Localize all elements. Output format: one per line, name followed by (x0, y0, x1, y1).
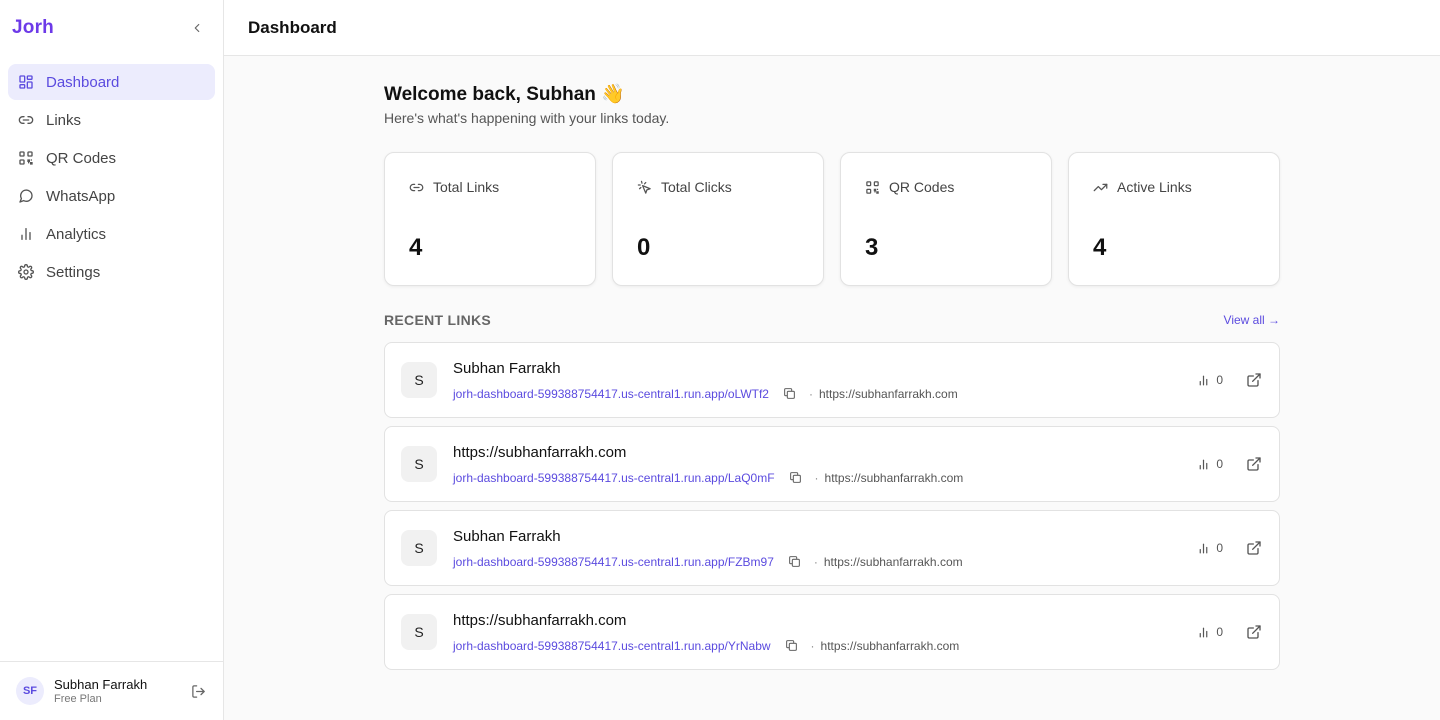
click-count-value: 0 (1216, 373, 1223, 387)
user-profile: SF Subhan Farrakh Free Plan (0, 661, 223, 720)
click-count: 0 (1197, 541, 1223, 555)
user-name: Subhan Farrakh (54, 676, 148, 692)
link-title: Subhan Farrakh (453, 527, 561, 545)
link-title: Subhan Farrakh (453, 359, 561, 377)
copy-icon[interactable] (789, 471, 803, 485)
sidebar-item-links[interactable]: Links (8, 102, 215, 138)
stat-label: Total Clicks (661, 179, 732, 195)
stat-card-qr-codes: QR Codes 3 (840, 152, 1052, 286)
short-url-link[interactable]: jorh-dashboard-599388754417.us-central1.… (453, 387, 769, 401)
stat-card-total-links: Total Links 4 (384, 152, 596, 286)
click-count-value: 0 (1216, 625, 1223, 639)
bar-chart-icon (1197, 458, 1210, 471)
pointer-click-icon (637, 180, 652, 195)
bar-chart-icon (1197, 542, 1210, 555)
page-title: Dashboard (248, 17, 337, 37)
sidebar-item-label: Links (46, 111, 82, 129)
bar-chart-icon (1197, 374, 1210, 387)
external-link-icon[interactable] (1245, 623, 1263, 641)
external-link-icon[interactable] (1245, 455, 1263, 473)
qr-code-icon (865, 180, 880, 195)
copy-icon[interactable] (785, 639, 799, 653)
stat-label: Active Links (1117, 179, 1192, 195)
list-item[interactable]: S Subhan Farrakh jorh-dashboard-59938875… (384, 342, 1280, 418)
welcome-subtitle: Here's what's happening with your links … (384, 110, 670, 126)
link-avatar: S (401, 446, 437, 482)
sidebar-item-label: Settings (46, 263, 101, 281)
link-title: https://subhanfarrakh.com (453, 611, 627, 629)
user-info: Subhan Farrakh Free Plan (54, 677, 179, 706)
stats-row: Total Links 4 Total Clicks 0 QR Codes 3 (384, 152, 1280, 286)
stat-label: Total Links (433, 179, 500, 195)
avatar[interactable]: SF (16, 677, 44, 705)
recent-links-list: S Subhan Farrakh jorh-dashboard-59938875… (384, 342, 1280, 670)
separator-dot: · (813, 554, 818, 569)
recent-links-header: RECENT LINKS View all → (384, 312, 1280, 328)
link-avatar: S (401, 530, 437, 566)
qr-code-icon (18, 150, 34, 166)
link-icon (18, 112, 34, 128)
sidebar-item-label: QR Codes (46, 149, 117, 167)
user-plan: Free Plan (54, 692, 102, 705)
click-count: 0 (1197, 625, 1223, 639)
trending-up-icon (1093, 180, 1108, 195)
sidebar-nav: Dashboard Links QR Codes WhatsApp Analyt… (0, 56, 223, 300)
recent-links-title: RECENT LINKS (384, 312, 492, 328)
sidebar-item-settings[interactable]: Settings (8, 254, 215, 290)
separator-dot: · (808, 386, 813, 401)
click-count-value: 0 (1216, 457, 1223, 471)
sidebar-item-analytics[interactable]: Analytics (8, 216, 215, 252)
link-avatar: S (401, 362, 437, 398)
separator-dot: · (814, 470, 819, 485)
stat-value: 3 (865, 234, 879, 261)
copy-icon[interactable] (788, 555, 802, 569)
destination-url: https://subhanfarrakh.com (824, 470, 964, 485)
main-content: Welcome back, Subhan 👋 Here's what's hap… (384, 56, 1280, 678)
stat-label: QR Codes (889, 179, 955, 195)
link-title: https://subhanfarrakh.com (453, 443, 627, 461)
destination-url: https://subhanfarrakh.com (820, 638, 960, 653)
topbar: Dashboard (224, 0, 1440, 56)
bar-chart-icon (18, 226, 34, 242)
welcome-heading: Welcome back, Subhan 👋 (384, 84, 625, 105)
bar-chart-icon (1197, 626, 1210, 639)
click-count: 0 (1197, 373, 1223, 387)
copy-icon[interactable] (783, 387, 797, 401)
separator-dot: · (810, 638, 815, 653)
link-avatar: S (401, 614, 437, 650)
list-item[interactable]: S https://subhanfarrakh.com jorh-dashboa… (384, 594, 1280, 670)
sidebar-item-label: Dashboard (46, 73, 120, 91)
logout-icon[interactable] (189, 682, 207, 700)
brand-logo[interactable]: Jorh (12, 17, 54, 39)
brand-row: Jorh (0, 0, 223, 56)
short-url-link[interactable]: jorh-dashboard-599388754417.us-central1.… (453, 639, 771, 653)
destination-url: https://subhanfarrakh.com (818, 386, 958, 401)
click-count-value: 0 (1216, 541, 1223, 555)
stat-card-active-links: Active Links 4 (1068, 152, 1280, 286)
link-icon (409, 180, 424, 195)
sidebar: Jorh Dashboard Links QR Codes WhatsApp A… (0, 0, 224, 720)
short-url-link[interactable]: jorh-dashboard-599388754417.us-central1.… (453, 471, 775, 485)
chat-bubble-icon (18, 188, 34, 204)
stat-card-total-clicks: Total Clicks 0 (612, 152, 824, 286)
sidebar-item-whatsapp[interactable]: WhatsApp (8, 178, 215, 214)
destination-url: https://subhanfarrakh.com (823, 554, 963, 569)
sidebar-item-qr-codes[interactable]: QR Codes (8, 140, 215, 176)
sidebar-item-dashboard[interactable]: Dashboard (8, 64, 215, 100)
list-item[interactable]: S https://subhanfarrakh.com jorh-dashboa… (384, 426, 1280, 502)
chevron-left-icon[interactable] (187, 18, 207, 38)
list-item[interactable]: S Subhan Farrakh jorh-dashboard-59938875… (384, 510, 1280, 586)
stat-value: 4 (1093, 234, 1107, 261)
view-all-link[interactable]: View all → (1224, 313, 1280, 327)
stat-value: 4 (409, 234, 423, 261)
sidebar-item-label: WhatsApp (46, 187, 116, 205)
sidebar-item-label: Analytics (46, 225, 107, 243)
external-link-icon[interactable] (1245, 371, 1263, 389)
click-count: 0 (1197, 457, 1223, 471)
gear-icon (18, 264, 34, 280)
grid-icon (18, 74, 34, 90)
short-url-link[interactable]: jorh-dashboard-599388754417.us-central1.… (453, 555, 774, 569)
external-link-icon[interactable] (1245, 539, 1263, 557)
stat-value: 0 (637, 234, 651, 261)
